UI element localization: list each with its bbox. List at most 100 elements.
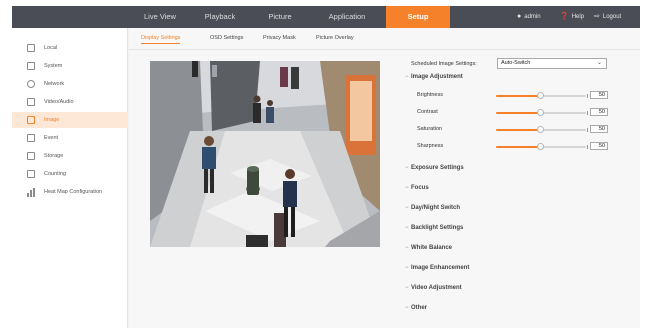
nav-label: Application xyxy=(328,12,366,21)
slider-fill xyxy=(496,146,541,148)
sidebar-item-label: Network xyxy=(44,81,65,87)
slider-handle[interactable] xyxy=(537,126,544,133)
sidebar-item-label: Event xyxy=(44,135,59,141)
section-image-enhancement[interactable]: − Image Enhancement xyxy=(405,265,469,271)
help-icon: ❓ xyxy=(560,13,569,20)
help-label: Help xyxy=(571,14,585,20)
globe-icon xyxy=(27,80,35,88)
sidebar-item-label: Heat Map Configuration xyxy=(44,189,103,195)
tab-label: OSD Settings xyxy=(210,35,244,41)
counting-icon xyxy=(27,170,35,178)
section-other[interactable]: − Other xyxy=(405,305,427,311)
sidebar: Local System Network Video/Audio Image E… xyxy=(12,28,128,328)
nav-live-view[interactable]: Live View xyxy=(138,6,182,28)
system-icon xyxy=(27,62,35,70)
brightness-slider[interactable] xyxy=(496,92,586,99)
section-title: White Balance xyxy=(411,245,453,251)
section-title: Day/Night Switch xyxy=(411,205,461,211)
slider-fill xyxy=(496,95,541,97)
tab-privacy-mask[interactable]: Privacy Mask xyxy=(263,35,296,41)
saturation-label: Saturation xyxy=(417,126,443,132)
video-preview[interactable] xyxy=(150,61,380,247)
top-navigation-bar: Live View Playback Picture Application S… xyxy=(12,6,640,28)
sidebar-item-label: Storage xyxy=(44,153,64,159)
nav-label: Setup xyxy=(407,12,429,21)
sidebar-item-video-audio[interactable]: Video/Audio xyxy=(12,94,128,110)
sidebar-item-image[interactable]: Image xyxy=(12,112,128,128)
nav-application[interactable]: Application xyxy=(320,6,374,28)
nav-picture[interactable]: Picture xyxy=(258,6,302,28)
nav-playback[interactable]: Playback xyxy=(198,6,242,28)
slider-fill xyxy=(496,112,541,114)
tab-label: Privacy Mask xyxy=(263,35,296,41)
tab-label: Picture Overlay xyxy=(316,35,354,41)
sidebar-item-label: System xyxy=(44,63,63,69)
slider-handle[interactable] xyxy=(537,92,544,99)
nav-label: Playback xyxy=(204,12,236,21)
sidebar-item-storage[interactable]: Storage xyxy=(12,148,128,164)
section-exposure-settings[interactable]: − Exposure Settings xyxy=(405,165,464,171)
select-value: Auto-Switch xyxy=(501,60,531,66)
sharpness-value-input[interactable]: 50 xyxy=(587,142,608,150)
slider-fill xyxy=(496,129,541,131)
chevron-down-icon: ⌄ xyxy=(596,60,602,66)
brightness-label: Brightness xyxy=(417,92,443,98)
nav-setup[interactable]: Setup xyxy=(386,6,450,28)
tab-osd-settings[interactable]: OSD Settings xyxy=(210,35,243,41)
mall-scene-image xyxy=(150,61,380,247)
section-title: Backlight Settings xyxy=(411,225,464,231)
sidebar-item-heat-map-configuration[interactable]: Heat Map Configuration xyxy=(12,184,128,200)
saturation-slider[interactable] xyxy=(496,126,586,133)
section-white-balance[interactable]: − White Balance xyxy=(405,245,452,251)
sidebar-item-network[interactable]: Network xyxy=(12,76,128,92)
section-focus[interactable]: − Focus xyxy=(405,185,429,191)
section-video-adjustment[interactable]: − Video Adjustment xyxy=(405,285,462,291)
sharpness-label: Sharpness xyxy=(417,143,444,149)
saturation-value-input[interactable]: 50 xyxy=(587,125,608,133)
image-settings-panel: Scheduled Image Settings: Auto-Switch ⌄ … xyxy=(399,58,634,328)
heatmap-icon xyxy=(27,188,35,197)
app-window: Live View Playback Picture Application S… xyxy=(12,6,640,328)
section-backlight-settings[interactable]: − Backlight Settings xyxy=(405,225,463,231)
help-button[interactable]: ❓ Help xyxy=(560,6,584,28)
contrast-slider[interactable] xyxy=(496,109,586,116)
storage-icon xyxy=(27,152,35,160)
brightness-value-input[interactable]: 50 xyxy=(587,91,608,99)
sidebar-item-label: Counting xyxy=(44,171,67,177)
monitor-icon xyxy=(27,44,35,52)
settings-tabs: Display Settings OSD Settings Privacy Ma… xyxy=(129,28,640,50)
section-day-night-switch[interactable]: − Day/Night Switch xyxy=(405,205,460,211)
sidebar-item-system[interactable]: System xyxy=(12,58,128,74)
tab-label: Display Settings xyxy=(141,35,181,41)
sidebar-item-event[interactable]: Event xyxy=(12,130,128,146)
contrast-label: Contrast xyxy=(417,109,438,115)
nav-label: Picture xyxy=(268,12,292,21)
main-content: Display Settings OSD Settings Privacy Ma… xyxy=(129,28,640,328)
logout-label: Logout xyxy=(602,14,622,20)
section-title: Image Enhancement xyxy=(411,265,470,271)
sidebar-item-counting[interactable]: Counting xyxy=(12,166,128,182)
tab-display-settings[interactable]: Display Settings xyxy=(141,35,181,44)
logout-icon: ⇨ xyxy=(594,13,600,20)
user-menu[interactable]: ● admin xyxy=(517,6,541,28)
nav-label: Live View xyxy=(144,12,176,21)
label-text: Scheduled Image Settings xyxy=(411,61,476,67)
contrast-value-input[interactable]: 50 xyxy=(587,108,608,116)
section-title: Video Adjustment xyxy=(411,285,462,291)
image-icon xyxy=(27,116,35,124)
logout-button[interactable]: ⇨ Logout xyxy=(594,6,621,28)
sidebar-item-label: Video/Audio xyxy=(44,99,74,105)
slider-handle[interactable] xyxy=(537,109,544,116)
sidebar-item-local[interactable]: Local xyxy=(12,40,128,56)
section-image-adjustment[interactable]: − Image Adjustment xyxy=(405,74,463,80)
section-title: Other xyxy=(411,305,428,311)
sidebar-item-label: Image xyxy=(44,117,60,123)
section-title: Image Adjustment xyxy=(411,74,463,80)
event-icon xyxy=(27,134,35,142)
scheduled-image-settings-select[interactable]: Auto-Switch ⌄ xyxy=(497,58,607,69)
tab-picture-overlay[interactable]: Picture Overlay xyxy=(316,35,354,41)
slider-handle[interactable] xyxy=(537,143,544,150)
section-title: Exposure Settings xyxy=(411,165,464,171)
sharpness-slider[interactable] xyxy=(496,143,586,150)
sidebar-item-label: Local xyxy=(44,45,58,51)
